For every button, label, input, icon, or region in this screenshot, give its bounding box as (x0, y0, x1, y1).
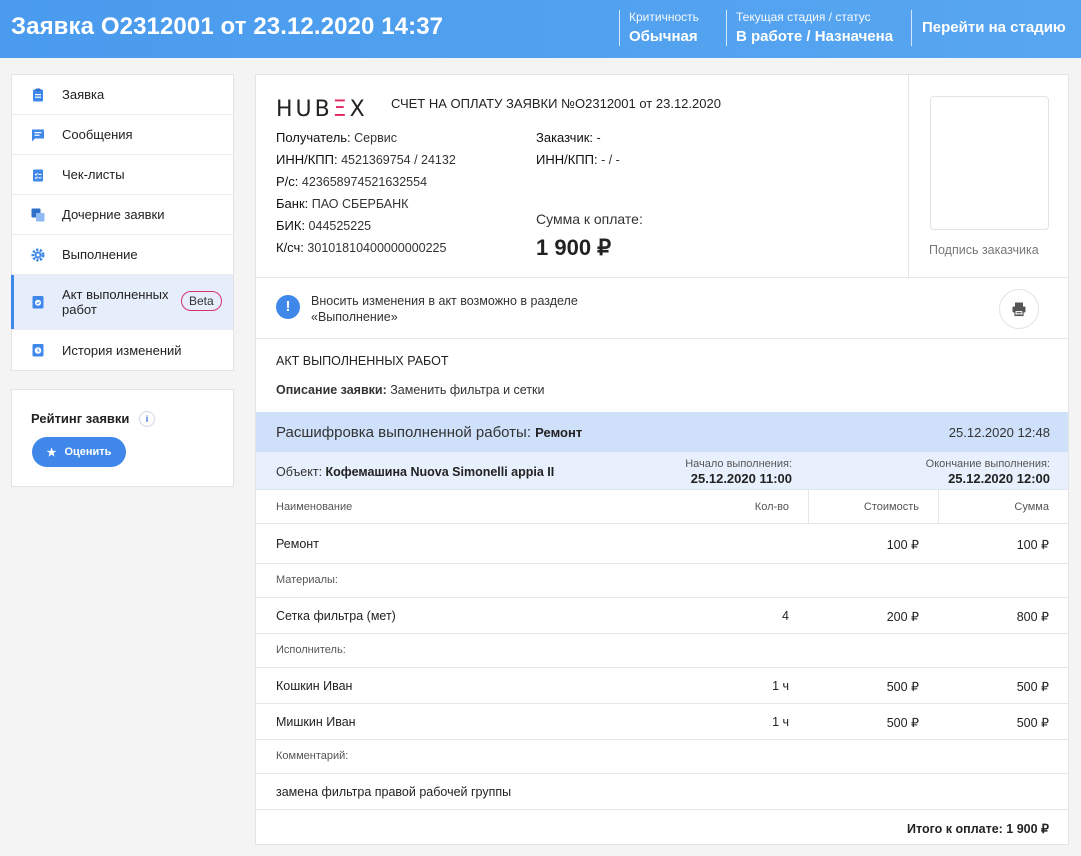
total-row: Итого к оплате: 1 900 ₽ (256, 810, 1068, 846)
sum-label: Сумма к оплате: (536, 211, 643, 227)
criticality-label: Критичность (629, 10, 699, 24)
goto-stage-block: Перейти на стадию (911, 10, 1081, 46)
sidebar-item-label: История изменений (62, 342, 182, 358)
decoding-date: 25.12.2020 12:48 (948, 425, 1050, 440)
sidebar-item-execution[interactable]: Выполнение (12, 235, 233, 275)
act-panel: HUBΞX СЧЕТ НА ОПЛАТУ ЗАЯВКИ №О2312001 от… (255, 74, 1069, 845)
col-qty: Кол-во (754, 501, 789, 513)
act-title: АКТ ВЫПОЛНЕННЫХ РАБОТ (276, 354, 449, 368)
rating-panel: Рейтинг заявки i ★ Оценить (11, 389, 234, 487)
header-bar: Заявка О2312001 от 23.12.2020 14:37 Крит… (0, 0, 1081, 58)
info-icon[interactable]: i (139, 411, 155, 427)
goto-stage-button[interactable]: Перейти на стадию (922, 19, 1081, 36)
recipient-corr-account: К/сч: 30101810400000000225 (276, 240, 447, 255)
materials-label-row: Материалы: (256, 564, 1068, 598)
start-time: Начало выполнения: 25.12.2020 11:00 (685, 458, 792, 486)
recipient-inn: ИНН/КПП: 4521369754 / 24132 (276, 152, 456, 167)
total-value: Итого к оплате: 1 900 ₽ (907, 822, 1049, 836)
invoice-title: СЧЕТ НА ОПЛАТУ ЗАЯВКИ №О2312001 от 23.12… (391, 96, 721, 111)
signature-column: Подпись заказчика (908, 75, 1068, 277)
end-time: Окончание выполнения: 25.12.2020 12:00 (925, 458, 1050, 486)
table-row: Сетка фильтра (мет) 4 200 ₽ 800 ₽ (256, 598, 1068, 634)
sidebar-item-messages[interactable]: Сообщения (12, 115, 233, 155)
history-icon (30, 342, 46, 358)
signature-box (930, 96, 1049, 230)
decoding-title: Расшифровка выполненной работы: Ремонт (276, 424, 583, 441)
col-name: Наименование (276, 501, 353, 513)
gear-icon (30, 247, 46, 263)
recipient-account: Р/с: 423658974521632554 (276, 174, 428, 189)
stage-value: В работе / Назначена (736, 28, 894, 45)
decoding-header: Расшифровка выполненной работы: Ремонт 2… (256, 412, 1068, 452)
sidebar-item-label: Сообщения (62, 127, 133, 142)
col-sum: Сумма (1014, 501, 1049, 513)
sidebar-item-checklists[interactable]: Чек-листы (12, 155, 233, 195)
print-button[interactable] (999, 289, 1039, 329)
rating-title: Рейтинг заявки (31, 411, 130, 426)
clipboard-icon (30, 87, 46, 103)
sidebar-item-label: Акт выполненных работ (62, 287, 169, 317)
comment-label-row: Комментарий: (256, 740, 1068, 774)
star-icon: ★ (46, 446, 57, 459)
comment-row: замена фильтра правой рабочей группы (256, 774, 1068, 810)
act-icon (30, 294, 46, 310)
table-row: Мишкин Иван 1 ч 500 ₽ 500 ₽ (256, 704, 1068, 740)
signature-label: Подпись заказчика (929, 243, 1039, 257)
sidebar-item-label: Дочерние заявки (62, 207, 165, 222)
sidebar-item-label: Заявка (62, 87, 105, 102)
recipient: Получатель: Сервис (276, 130, 397, 145)
hubex-logo: HUBΞX (276, 97, 368, 122)
sum-value: 1 900 ₽ (536, 235, 612, 260)
checklist-icon (30, 167, 46, 183)
invoice-section: HUBΞX СЧЕТ НА ОПЛАТУ ЗАЯВКИ №О2312001 от… (256, 75, 1068, 278)
printer-icon (1012, 302, 1026, 317)
rate-button[interactable]: ★ Оценить (32, 437, 126, 467)
table-row: Ремонт 100 ₽ 100 ₽ (256, 524, 1068, 564)
beta-badge: Beta (181, 291, 222, 311)
object-row: Объект: Кофемашина Nuova Simonelli appia… (256, 452, 1068, 490)
act-description: Описание заявки: Заменить фильтра и сетк… (276, 383, 545, 397)
alert-icon: ! (276, 295, 300, 319)
stage-label: Текущая стадия / статус (736, 10, 871, 24)
works-table: Наименование Кол-во Стоимость Сумма Ремо… (256, 490, 1068, 846)
notice-text: Вносить изменения в акт возможно в разде… (311, 294, 578, 324)
sidebar-item-request[interactable]: Заявка (12, 75, 233, 115)
criticality-value: Обычная (629, 28, 698, 45)
sidebar-item-label: Чек-листы (62, 167, 125, 182)
child-requests-icon (30, 207, 46, 223)
stage-block: Текущая стадия / статус В работе / Назна… (726, 10, 909, 46)
page-title: Заявка О2312001 от 23.12.2020 14:37 (11, 13, 444, 40)
message-icon (30, 127, 46, 143)
executor-label-row: Исполнитель: (256, 634, 1068, 668)
sidebar: Заявка Сообщения Чек-листы Дочерние заяв… (11, 74, 234, 371)
sidebar-item-child-requests[interactable]: Дочерние заявки (12, 195, 233, 235)
col-price: Стоимость (863, 501, 919, 513)
notice-bar: ! Вносить изменения в акт возможно в раз… (256, 279, 1068, 339)
sidebar-item-act[interactable]: Акт выполненных работ Beta (11, 275, 233, 330)
customer: Заказчик: - (536, 130, 601, 145)
criticality-block: Критичность Обычная (619, 10, 724, 46)
customer-inn: ИНН/КПП: - / - (536, 152, 620, 167)
rate-button-label: Оценить (64, 446, 112, 458)
sidebar-item-label: Выполнение (62, 247, 138, 262)
object-name: Объект: Кофемашина Nuova Simonelli appia… (276, 465, 555, 479)
recipient-bank: Банк: ПАО СБЕРБАНК (276, 196, 409, 211)
recipient-bik: БИК: 044525225 (276, 218, 372, 233)
table-header: Наименование Кол-во Стоимость Сумма (256, 490, 1068, 524)
sidebar-item-history[interactable]: История изменений (12, 330, 233, 370)
table-row: Кошкин Иван 1 ч 500 ₽ 500 ₽ (256, 668, 1068, 704)
